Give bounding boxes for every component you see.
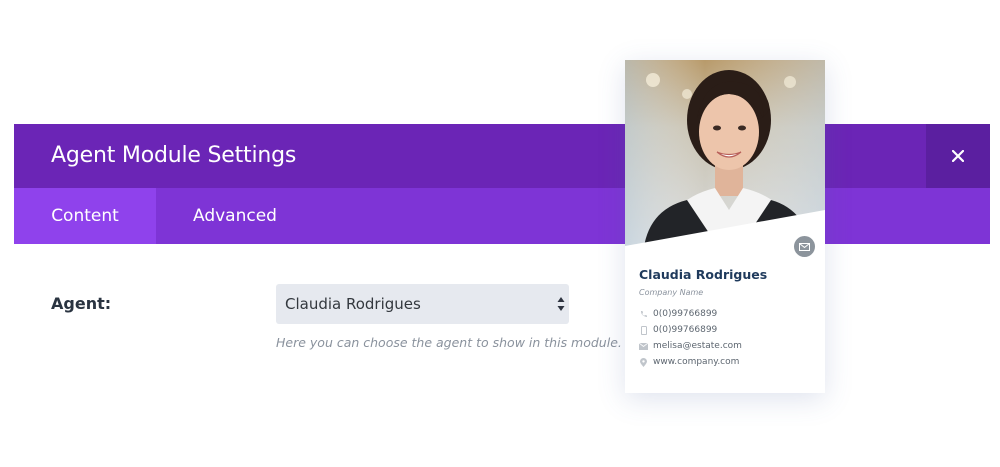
agent-help-text: Here you can choose the agent to show in… xyxy=(276,335,622,350)
envelope-icon xyxy=(639,341,648,351)
select-arrows-icon xyxy=(557,297,565,311)
agent-select[interactable]: Claudia Rodrigues xyxy=(276,284,569,324)
contact-mobile: 0(0)99766899 xyxy=(639,323,717,337)
agent-email-button[interactable] xyxy=(792,234,817,259)
modal-title: Agent Module Settings xyxy=(51,143,297,168)
mobile-icon xyxy=(639,325,648,335)
tab-content[interactable]: Content xyxy=(14,188,156,244)
envelope-icon xyxy=(799,242,810,251)
agent-name: Claudia Rodrigues xyxy=(639,267,768,282)
modal-header: Agent Module Settings xyxy=(14,124,990,188)
close-button[interactable] xyxy=(926,124,990,188)
agent-field-label: Agent: xyxy=(51,294,112,313)
location-pin-icon xyxy=(639,357,648,367)
agent-select-value: Claudia Rodrigues xyxy=(285,295,421,313)
contact-email-text: melisa@estate.com xyxy=(653,341,742,351)
contact-email: melisa@estate.com xyxy=(639,339,742,353)
contact-mobile-text: 0(0)99766899 xyxy=(653,325,718,335)
phone-icon xyxy=(639,309,648,319)
contact-phone-text: 0(0)99766899 xyxy=(653,309,718,319)
contact-website-text: www.company.com xyxy=(653,357,740,367)
agent-company: Company Name xyxy=(639,288,704,297)
agent-card: Claudia Rodrigues Company Name 0(0)99766… xyxy=(625,60,825,393)
close-icon xyxy=(952,150,964,162)
contact-website: www.company.com xyxy=(639,355,739,369)
contact-phone: 0(0)99766899 xyxy=(639,307,717,321)
agent-photo xyxy=(625,60,825,254)
tab-bar: Content Advanced xyxy=(14,188,990,244)
tab-advanced[interactable]: Advanced xyxy=(156,188,314,244)
